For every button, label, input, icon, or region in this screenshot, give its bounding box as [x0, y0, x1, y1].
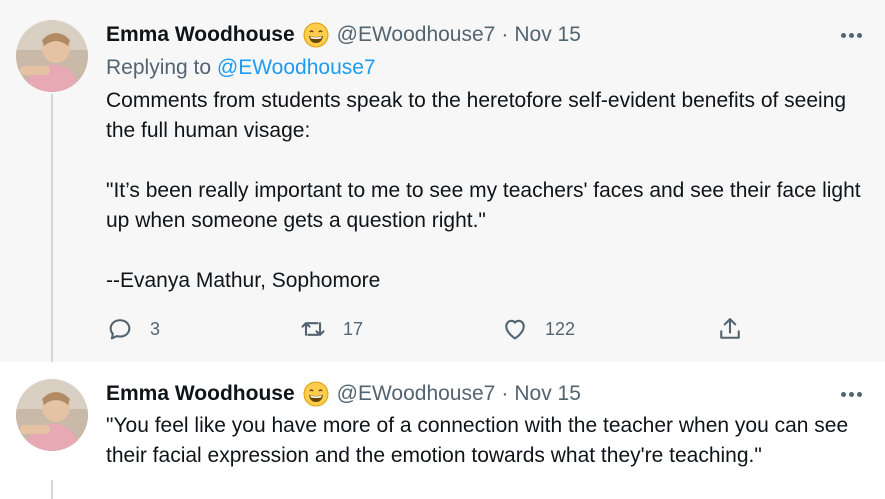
tweet-paragraph: Comments from students speak to the here… [106, 89, 847, 142]
dot [848, 391, 854, 397]
retweet-icon [301, 322, 325, 336]
tweet-date[interactable]: Nov 15 [514, 382, 581, 406]
avatar[interactable] [16, 20, 88, 92]
grinning-face-emoji-icon [303, 381, 329, 407]
reply-count: 3 [150, 318, 161, 339]
tweet[interactable]: Emma Woodhouse @EWoodhouse7 · Nov 15 Rep… [0, 0, 885, 362]
tweet-header: Emma Woodhouse @EWoodhouse7 · Nov 15 [106, 379, 581, 409]
author-name[interactable]: Emma Woodhouse [106, 23, 295, 47]
more-options-icon[interactable] [833, 382, 869, 406]
avatar[interactable] [16, 379, 88, 451]
thread-line [51, 480, 53, 499]
tweet-paragraph: --Evanya Mathur, Sophomore [106, 269, 381, 292]
tweet-paragraph: "It’s been really important to me to see… [106, 179, 861, 232]
replying-to-label: Replying to [106, 56, 212, 79]
dot [856, 391, 862, 397]
like-count: 122 [545, 318, 576, 339]
reply-button[interactable]: 3 [106, 313, 160, 345]
reply-icon [109, 319, 131, 340]
retweet-count: 17 [343, 318, 364, 339]
like-button[interactable]: 122 [501, 313, 575, 345]
tweet-text: "You feel like you have more of a connec… [106, 411, 871, 471]
separator-dot: · [501, 23, 509, 46]
tweet-paragraph: "You feel like you have more of a connec… [106, 414, 849, 467]
heart-icon [505, 319, 525, 340]
tweet[interactable]: Emma Woodhouse @EWoodhouse7 · Nov 15 "Yo… [0, 362, 885, 499]
share-icon [720, 318, 740, 339]
author-name[interactable]: Emma Woodhouse [106, 382, 295, 406]
more-options-icon[interactable] [833, 23, 869, 47]
dot [856, 32, 862, 38]
dot [840, 32, 846, 38]
tweet-header: Emma Woodhouse @EWoodhouse7 · Nov 15 [106, 20, 581, 50]
replying-to-handle-link[interactable]: @EWoodhouse7 [217, 56, 376, 79]
grinning-face-emoji-icon [303, 22, 329, 48]
dot [840, 391, 846, 397]
author-handle[interactable]: @EWoodhouse7 [337, 382, 496, 406]
replying-to: Replying to @EWoodhouse7 [106, 56, 376, 80]
retweet-button[interactable]: 17 [299, 313, 363, 345]
tweet-text: Comments from students speak to the here… [106, 86, 871, 296]
thread-line [51, 94, 53, 362]
share-button[interactable] [716, 313, 744, 345]
tweet-date[interactable]: Nov 15 [514, 23, 581, 47]
tweet-actions: 3 17 122 [106, 313, 746, 345]
author-handle[interactable]: @EWoodhouse7 [337, 23, 496, 47]
dot [848, 32, 854, 38]
separator-dot: · [501, 382, 509, 405]
